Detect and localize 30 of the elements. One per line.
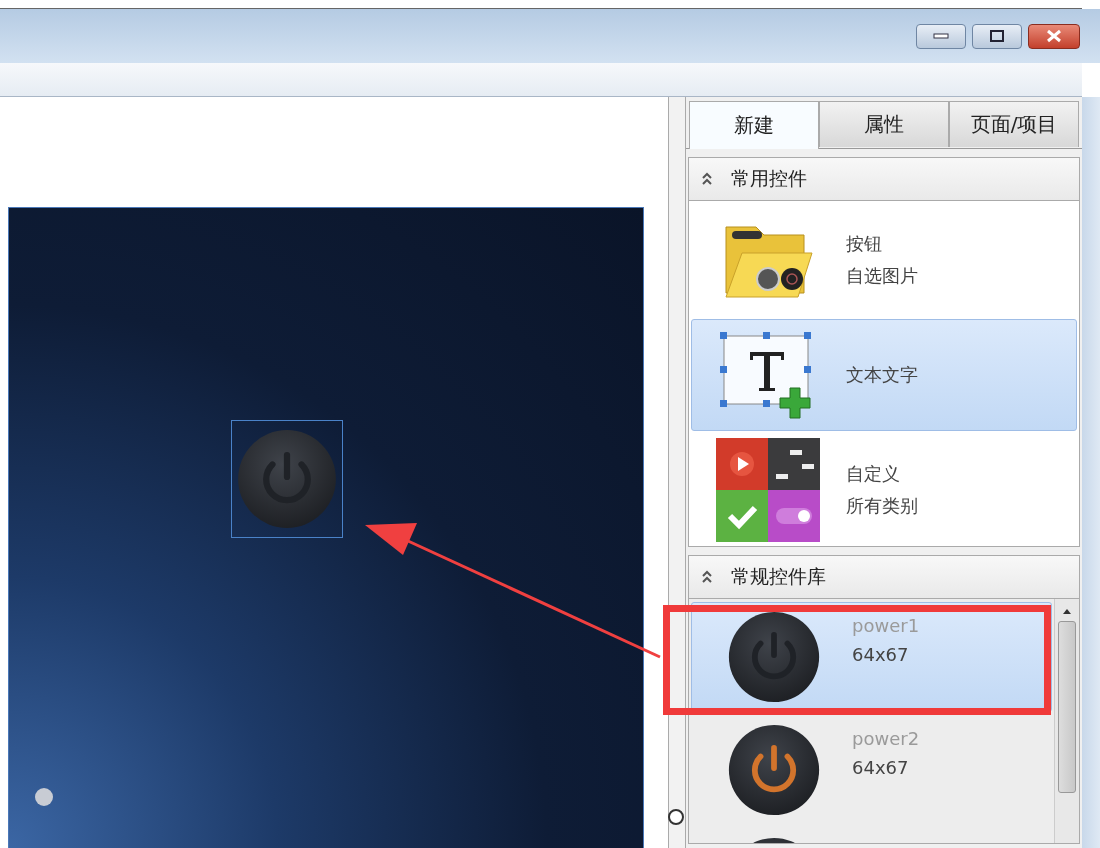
item-subtitle: 所有类别 xyxy=(846,494,918,518)
section-header[interactable]: 常用控件 xyxy=(689,158,1079,201)
dot-icon xyxy=(35,788,53,806)
minimize-icon xyxy=(933,32,949,40)
scroll-up-icon[interactable] xyxy=(1062,607,1072,615)
close-icon xyxy=(1045,29,1063,43)
panel-tab[interactable]: 新建 xyxy=(689,101,819,149)
section-header[interactable]: 常规控件库 xyxy=(689,556,1079,599)
panel-tab[interactable]: 属性 xyxy=(819,101,949,147)
selected-widget[interactable] xyxy=(231,420,343,538)
item-size: 64x67 xyxy=(852,644,910,665)
maximize-icon xyxy=(989,29,1005,43)
section-title: 常用控件 xyxy=(731,166,807,191)
widget-item[interactable]: 文本文字 xyxy=(691,319,1077,431)
maximize-button[interactable] xyxy=(972,23,1022,49)
collapse-icon xyxy=(701,570,713,584)
minimize-button[interactable] xyxy=(916,23,966,49)
section-title: 常规控件库 xyxy=(731,564,826,589)
collapse-icon xyxy=(701,172,713,186)
item-subtitle: 自选图片 xyxy=(846,264,918,288)
item-title: 按钮 xyxy=(846,232,883,256)
item-title: 文本文字 xyxy=(846,363,918,387)
item-size: 64x67 xyxy=(852,757,910,778)
widget-grid-icon xyxy=(716,438,820,542)
close-button[interactable] xyxy=(1028,23,1080,49)
scrollbar[interactable] xyxy=(1054,599,1079,843)
item-name: power1 xyxy=(852,615,920,636)
panel-tab[interactable]: 页面/项目 xyxy=(949,101,1079,147)
item-name: power2 xyxy=(852,728,920,749)
item-title: 自定义 xyxy=(846,462,901,486)
